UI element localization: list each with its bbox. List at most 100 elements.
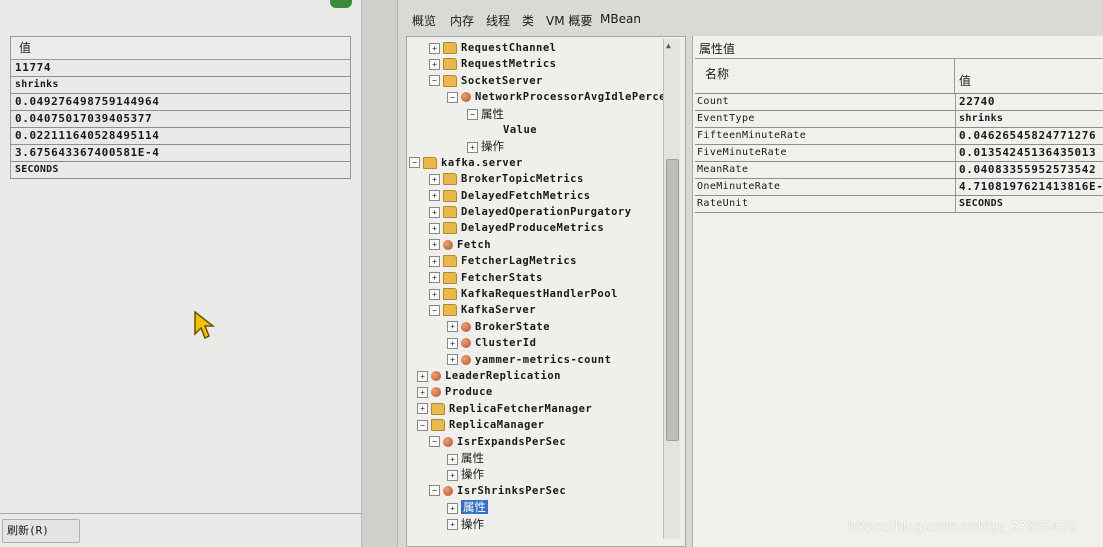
tree-scrollbar[interactable]: ▲ bbox=[663, 39, 680, 539]
expand-icon[interactable]: + bbox=[429, 239, 440, 251]
expand-icon[interactable]: + bbox=[447, 502, 458, 514]
tree-node[interactable]: + DelayedOperationPurgatory bbox=[429, 205, 632, 220]
tree-node[interactable]: + BrokerTopicMetrics bbox=[429, 172, 584, 187]
tree-node[interactable]: + RequestChannel bbox=[429, 41, 557, 56]
tree-node[interactable]: + 属性 bbox=[447, 500, 488, 515]
table-row[interactable]: RateUnit SECONDS bbox=[695, 196, 1103, 213]
tree-node[interactable]: + 操作 bbox=[467, 139, 504, 154]
table-row[interactable]: FifteenMinuteRate 0.04626545824771276 bbox=[695, 128, 1103, 145]
table-row[interactable]: MeanRate 0.04083355952573542 bbox=[695, 162, 1103, 179]
expand-icon[interactable]: + bbox=[429, 173, 440, 185]
tab-classes[interactable]: 类 bbox=[522, 12, 534, 29]
collapse-icon[interactable]: − bbox=[429, 436, 440, 448]
tree-node[interactable]: − IsrExpandsPerSec bbox=[429, 435, 566, 450]
tree-node[interactable]: Value bbox=[503, 123, 537, 138]
table-row[interactable]: EventType shrinks bbox=[695, 111, 1103, 128]
tree-node[interactable]: − ReplicaManager bbox=[417, 418, 545, 433]
tree-node[interactable]: + LeaderReplication bbox=[417, 369, 561, 384]
tree-node[interactable]: + FetcherStats bbox=[429, 271, 543, 286]
tree-node-label: 属性 bbox=[461, 500, 488, 515]
tree-node[interactable]: − kafka.server bbox=[409, 156, 523, 171]
expand-icon[interactable]: + bbox=[447, 321, 458, 333]
expand-icon[interactable]: + bbox=[429, 272, 440, 284]
expand-icon[interactable]: + bbox=[429, 206, 440, 218]
expand-icon[interactable]: + bbox=[417, 386, 428, 398]
expand-icon[interactable]: + bbox=[447, 354, 458, 366]
tree-node[interactable]: − IsrShrinksPerSec bbox=[429, 484, 566, 499]
expand-icon[interactable]: + bbox=[429, 288, 440, 300]
tree-node[interactable]: + 操作 bbox=[447, 467, 484, 482]
tree-node[interactable]: − 属性 bbox=[467, 107, 504, 122]
tab-overview[interactable]: 概览 bbox=[412, 12, 436, 29]
expand-icon[interactable]: + bbox=[447, 469, 458, 481]
tree-node-label: KafkaServer bbox=[461, 304, 537, 317]
expand-icon[interactable]: + bbox=[429, 190, 440, 202]
tab-memory[interactable]: 内存 bbox=[450, 12, 474, 29]
property-value[interactable]: 0.04626545824771276 bbox=[959, 128, 1096, 144]
property-value[interactable]: 0.01354245136435013 bbox=[959, 145, 1096, 161]
table-row[interactable]: FiveMinuteRate 0.01354245136435013 bbox=[695, 145, 1103, 162]
tree-node-label: 属性 bbox=[461, 451, 484, 465]
tree-node[interactable]: − KafkaServer bbox=[429, 303, 536, 318]
expand-icon[interactable]: + bbox=[447, 453, 458, 465]
expand-icon[interactable]: + bbox=[429, 255, 440, 267]
scrollbar-thumb[interactable] bbox=[666, 159, 679, 441]
property-name: FifteenMinuteRate bbox=[697, 128, 956, 144]
tree-node[interactable]: − SocketServer bbox=[429, 74, 543, 89]
tree-node[interactable]: + DelayedProduceMetrics bbox=[429, 221, 604, 236]
tree-node[interactable]: + RequestMetrics bbox=[429, 57, 557, 72]
property-value[interactable]: 4.7108197621413816E-7 bbox=[959, 179, 1103, 195]
collapse-icon[interactable]: − bbox=[467, 109, 478, 121]
tree-node[interactable]: + BrokerState bbox=[447, 320, 550, 335]
table-row[interactable]: OneMinuteRate 4.7108197621413816E-7 bbox=[695, 179, 1103, 196]
value-cell[interactable]: SECONDS bbox=[11, 162, 351, 179]
expand-icon[interactable]: + bbox=[429, 42, 440, 54]
collapse-icon[interactable]: − bbox=[409, 157, 420, 169]
expand-icon[interactable]: + bbox=[467, 141, 478, 153]
tree-node[interactable]: + ReplicaFetcherManager bbox=[417, 402, 592, 417]
tree-node[interactable]: + KafkaRequestHandlerPool bbox=[429, 287, 618, 302]
value-cell[interactable]: 11774 bbox=[11, 60, 351, 77]
collapse-icon[interactable]: − bbox=[429, 304, 440, 316]
tree-node[interactable]: − NetworkProcessorAvgIdlePercer bbox=[447, 90, 673, 105]
expand-icon[interactable]: + bbox=[429, 222, 440, 234]
value-cell[interactable]: 0.049276498759144964 bbox=[11, 94, 351, 111]
refresh-button[interactable]: 刷新(R) bbox=[2, 519, 80, 543]
tab-mbean[interactable]: MBean bbox=[600, 12, 641, 26]
collapse-icon[interactable]: − bbox=[429, 485, 440, 497]
collapse-icon[interactable]: − bbox=[447, 91, 458, 103]
tree-node[interactable]: + 属性 bbox=[447, 451, 484, 466]
value-column-header[interactable]: 值 bbox=[959, 69, 971, 93]
tree-node-label: Produce bbox=[445, 386, 493, 399]
value-cell[interactable]: 0.04075017039405377 bbox=[11, 111, 351, 128]
tab-vm-summary[interactable]: VM 概要 bbox=[546, 12, 592, 29]
collapse-icon[interactable]: − bbox=[417, 419, 428, 431]
value-cell[interactable]: 0.022111640528495114 bbox=[11, 128, 351, 145]
expand-icon[interactable]: + bbox=[417, 403, 428, 415]
property-value[interactable]: 22740 bbox=[959, 94, 995, 110]
tree-node[interactable]: + DelayedFetchMetrics bbox=[429, 189, 591, 204]
tree-node[interactable]: + ClusterId bbox=[447, 336, 536, 351]
expand-icon[interactable]: + bbox=[417, 370, 428, 382]
folder-icon bbox=[443, 304, 457, 317]
scroll-up-icon[interactable]: ▲ bbox=[666, 41, 671, 50]
tree-node[interactable]: + Produce bbox=[417, 385, 493, 400]
expand-icon[interactable]: + bbox=[447, 519, 458, 531]
tab-threads[interactable]: 线程 bbox=[486, 12, 510, 29]
tree-node[interactable]: + yammer-metrics-count bbox=[447, 353, 611, 368]
property-value[interactable]: SECONDS bbox=[959, 196, 1003, 212]
tree-node[interactable]: + 操作 bbox=[447, 517, 484, 532]
property-value[interactable]: 0.04083355952573542 bbox=[959, 162, 1096, 178]
tree-node-label: BrokerTopicMetrics bbox=[461, 173, 584, 186]
expand-icon[interactable]: + bbox=[429, 58, 440, 70]
mbean-icon bbox=[461, 321, 471, 332]
collapse-icon[interactable]: − bbox=[429, 75, 440, 87]
value-cell[interactable]: 3.675643367400581E-4 bbox=[11, 145, 351, 162]
tree-node[interactable]: + Fetch bbox=[429, 238, 491, 253]
property-value[interactable]: shrinks bbox=[959, 111, 1003, 127]
expand-icon[interactable]: + bbox=[447, 337, 458, 349]
tree-node[interactable]: + FetcherLagMetrics bbox=[429, 254, 577, 269]
table-row[interactable]: Count 22740 bbox=[695, 94, 1103, 111]
name-column-header[interactable]: 名称 bbox=[697, 59, 955, 93]
value-cell[interactable]: shrinks bbox=[11, 77, 351, 94]
